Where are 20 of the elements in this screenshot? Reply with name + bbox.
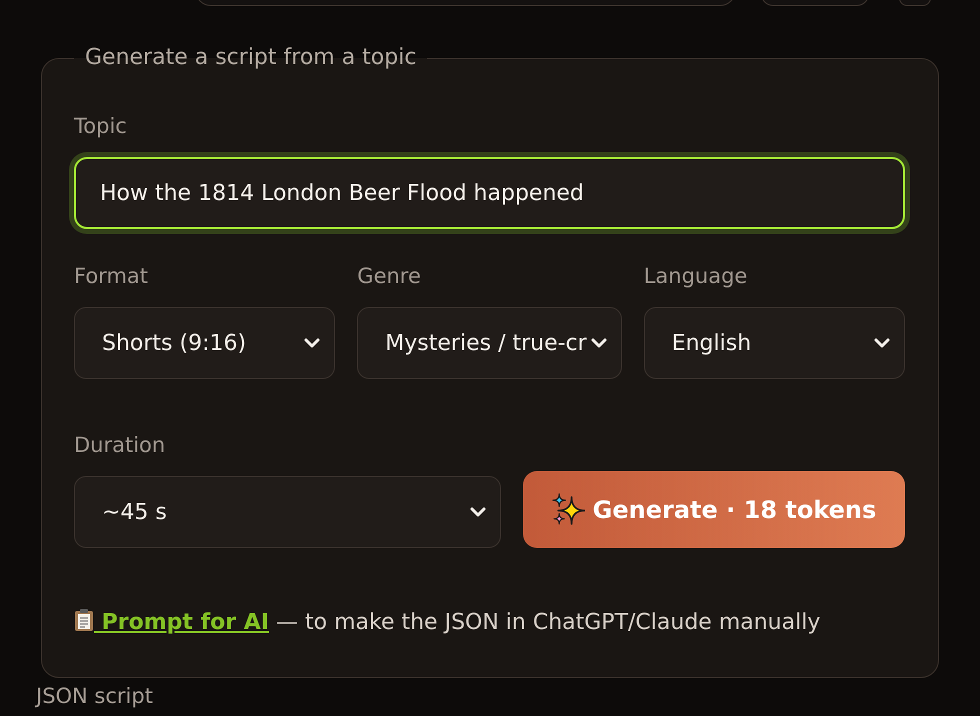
prompt-link[interactable]: Prompt for AI xyxy=(74,610,270,635)
field-label: Topic xyxy=(74,113,128,140)
clipboard-icon xyxy=(74,608,94,632)
sparkles-icon xyxy=(552,493,585,526)
section-title: Generate a script from a topic xyxy=(84,45,418,71)
field-label: Language xyxy=(644,263,748,290)
field-label: Format xyxy=(74,263,150,290)
chevron-down-icon xyxy=(874,338,890,348)
format-select[interactable]: Shorts (9:16) xyxy=(74,307,336,379)
field-label: Genre xyxy=(357,263,422,290)
prompt-note: Prompt for AI — to make the JSON in ChatGPT/Claude manually xyxy=(74,608,905,637)
chevron-down-icon xyxy=(590,338,607,348)
section-label: JSON script xyxy=(36,683,154,710)
duration-select[interactable]: ~45 s xyxy=(74,476,501,548)
genre-select[interactable]: Mysteries / true-cr xyxy=(357,307,622,379)
generate-button[interactable]: Generate · 18 tokens xyxy=(523,471,905,548)
chevron-down-icon xyxy=(470,507,486,517)
field-label: Duration xyxy=(74,432,166,459)
chevron-down-icon xyxy=(304,338,320,348)
language-select[interactable]: English xyxy=(644,307,905,379)
